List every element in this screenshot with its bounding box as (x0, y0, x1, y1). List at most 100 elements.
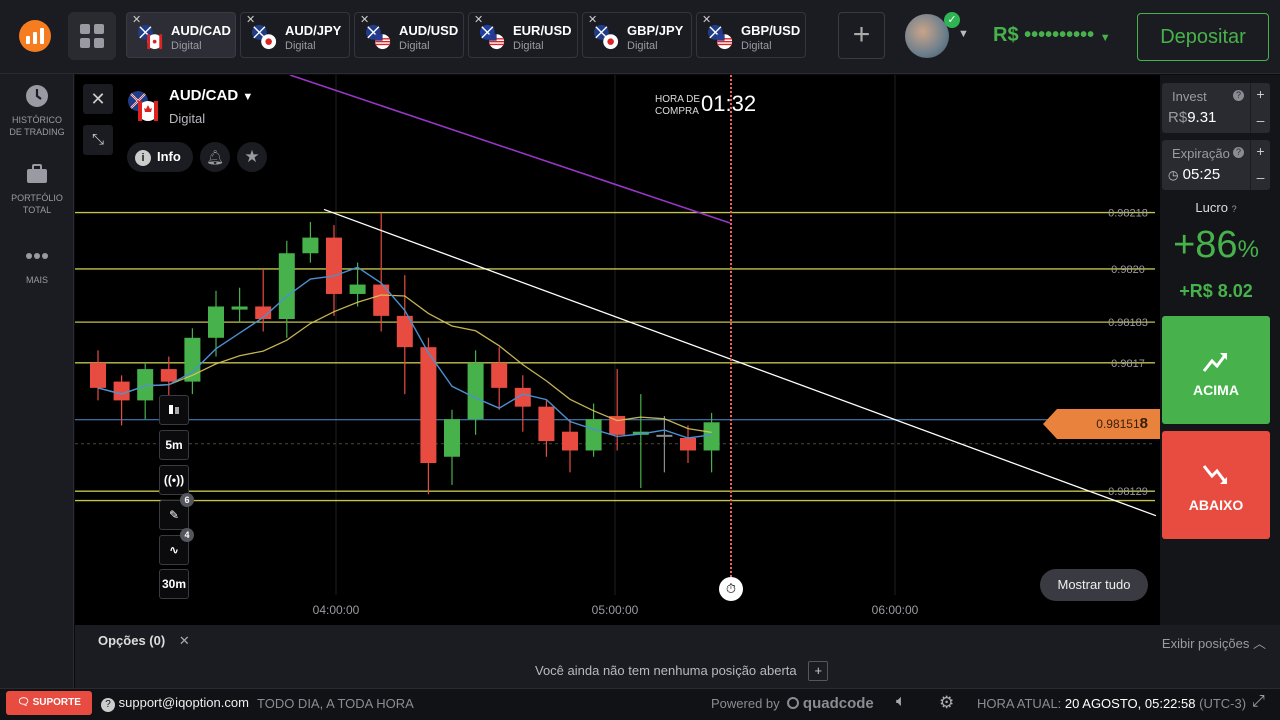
candle-body (137, 369, 154, 401)
add-asset-tab-button[interactable]: + (838, 12, 885, 59)
asset-kind: Digital (169, 111, 206, 126)
options-tab[interactable]: Opções (0) ✕ (98, 633, 190, 649)
minus-icon[interactable]: – (1251, 165, 1270, 190)
currency-flag-icon (479, 24, 505, 50)
add-position-button[interactable]: + (808, 661, 829, 681)
support-email[interactable]: ? support@iqoption.com (101, 695, 249, 712)
chat-icon: 🗨︎ (17, 697, 30, 708)
x-tick-label: 04:00:00 (313, 603, 360, 617)
expiration-field[interactable]: Expiração ? ◷ 05:25 + – (1162, 140, 1270, 190)
show-positions-button[interactable]: Exibir posições ︿ (1162, 633, 1266, 652)
chart-area[interactable]: 04:00:00 05:00:00 06:00:00 0.98218 0.9820 0.9… (75, 75, 1160, 625)
support-button[interactable]: 🗨︎ SUPORTE (6, 691, 92, 715)
sidebar-item-label: DE TRADING (9, 127, 65, 137)
minus-icon[interactable]: – (1251, 108, 1270, 133)
put-down-button[interactable]: ABAIXO (1162, 431, 1270, 539)
asset-tab-gbp-jpy[interactable]: ✕ GBP/JPY Digital (582, 12, 692, 58)
asset-tab-gbp-usd[interactable]: ✕ GBP/USD Digital (696, 12, 806, 58)
help-icon[interactable]: ? (1233, 90, 1244, 101)
clock-icon (26, 85, 48, 107)
all-assets-grid-button[interactable] (68, 12, 116, 60)
bell-icon[interactable]: 🔔︎ (200, 142, 230, 172)
candle-body (538, 406, 555, 442)
current-price-tag: 0.981518 (1043, 409, 1160, 439)
timeframe-30m-button[interactable]: 30m (159, 569, 189, 599)
sidebar-item-label: HISTÓRICO (11, 115, 62, 125)
aud-cad-flag-icon (128, 91, 158, 121)
sidebar-item-label: TOTAL (22, 205, 52, 215)
sidebar-item-portfolio[interactable]: PORTFÓLIO TOTAL (0, 162, 74, 216)
chart-type-candles-button[interactable] (159, 395, 189, 425)
chevron-up-icon: ︿ (1252, 636, 1266, 651)
settings-gear-icon[interactable]: ⚙ (939, 693, 954, 713)
asset-tab-aud-jpy[interactable]: ✕ AUD/JPY Digital (240, 12, 350, 58)
currency-flag-icon (593, 24, 619, 50)
fullscreen-icon[interactable]: ⤢ (1252, 693, 1265, 711)
invest-field[interactable]: Invest ? R$9.31 + – (1162, 83, 1270, 133)
close-chart-button[interactable]: ✕ (83, 84, 113, 114)
quadcode-logo-icon (787, 697, 800, 709)
trend-down-icon (1203, 465, 1228, 484)
account-balance[interactable]: R$ •••••••••• ▼ (993, 24, 1111, 47)
candle-body (326, 237, 342, 294)
y-axis-price-label: 0.98218 (1108, 208, 1148, 220)
asset-tab-eur-usd[interactable]: ✕ EUR/USD Digital (468, 12, 578, 58)
timeframe-5m-button[interactable]: 5m (159, 430, 189, 460)
call-up-button[interactable]: ACIMA (1162, 316, 1270, 424)
indicator-count-badge: 4 (180, 528, 194, 542)
candle-body (90, 362, 106, 388)
info-button[interactable]: i Info (127, 142, 193, 172)
top-bar: ✕ AUD/CAD Digital ✕ AUD/JPY Digital ✕ AUD/USD Di… (0, 0, 1280, 74)
expiration-value[interactable]: ◷ 05:25 (1168, 166, 1220, 183)
star-icon[interactable]: ★ (237, 142, 267, 172)
current-time: HORA ATUAL: 20 AGOSTO, 05:22:58 (UTC-3) (977, 696, 1247, 711)
tab-pair-label: GBP/JPY (627, 23, 684, 38)
purchase-time-label: HORA DE COMPRA (655, 94, 701, 117)
indicator-list-button[interactable]: ∿ 4 (159, 528, 194, 565)
asset-tab-aud-usd[interactable]: ✕ AUD/USD Digital (354, 12, 464, 58)
invest-stepper[interactable]: + – (1250, 83, 1270, 133)
drawing-tools-button[interactable]: ✎ 6 (159, 493, 194, 530)
empty-positions-text: Você ainda não tem nenhuma posição abert… (535, 661, 829, 681)
tab-kind-label: Digital (285, 40, 316, 52)
tab-pair-label: AUD/CAD (171, 23, 231, 38)
invest-value[interactable]: R$9.31 (1168, 109, 1216, 126)
candle-body (231, 306, 248, 310)
candle-body (208, 306, 224, 338)
sound-icon[interactable]: 🔈︎ (896, 693, 906, 711)
chevron-down-icon[interactable]: ▼ (958, 28, 969, 40)
plus-icon[interactable]: + (1251, 83, 1270, 108)
support-hours: TODO DIA, A TODA HORA (257, 696, 414, 711)
help-icon: ? (101, 698, 115, 712)
verified-check-icon: ✓ (944, 12, 960, 28)
sidebar-item-more[interactable]: MAIS (0, 244, 74, 286)
indicators-button[interactable]: ((•)) (159, 465, 189, 495)
candle-body (160, 369, 177, 382)
expiration-stepper[interactable]: + – (1250, 140, 1270, 190)
collapse-icon[interactable]: ⤡ (83, 125, 113, 155)
sidebar-item-trading-history[interactable]: HISTÓRICO DE TRADING (0, 84, 74, 138)
avatar[interactable] (905, 14, 949, 58)
iqoption-logo-icon[interactable] (19, 20, 51, 52)
candle-body (656, 434, 673, 437)
y-axis-price-label: 0.9820 (1111, 264, 1145, 276)
tab-pair-label: GBP/USD (741, 23, 801, 38)
candles-icon (169, 405, 179, 414)
close-icon[interactable]: ✕ (179, 633, 190, 648)
asset-tab-aud-cad[interactable]: ✕ AUD/CAD Digital (126, 12, 236, 58)
profit-amount: +R$ 8.02 (1179, 281, 1253, 301)
help-icon[interactable]: ? (1232, 204, 1237, 214)
help-icon[interactable]: ? (1233, 147, 1244, 158)
expiration-label: Expiração (1172, 146, 1230, 161)
drawing-count-badge: 6 (180, 493, 194, 507)
candle-body (113, 381, 130, 401)
plus-icon[interactable]: + (1251, 140, 1270, 165)
currency-flag-icon (707, 24, 733, 50)
invest-label: Invest (1172, 89, 1207, 104)
show-all-button[interactable]: Mostrar tudo (1040, 569, 1148, 601)
deposit-button[interactable]: Depositar (1137, 13, 1269, 61)
sidebar-item-label: MAIS (25, 275, 48, 285)
asset-selector[interactable]: AUD/CAD ▼ (169, 87, 253, 104)
tab-pair-label: AUD/USD (399, 23, 459, 38)
purchase-timer: 01:32 (701, 91, 757, 116)
